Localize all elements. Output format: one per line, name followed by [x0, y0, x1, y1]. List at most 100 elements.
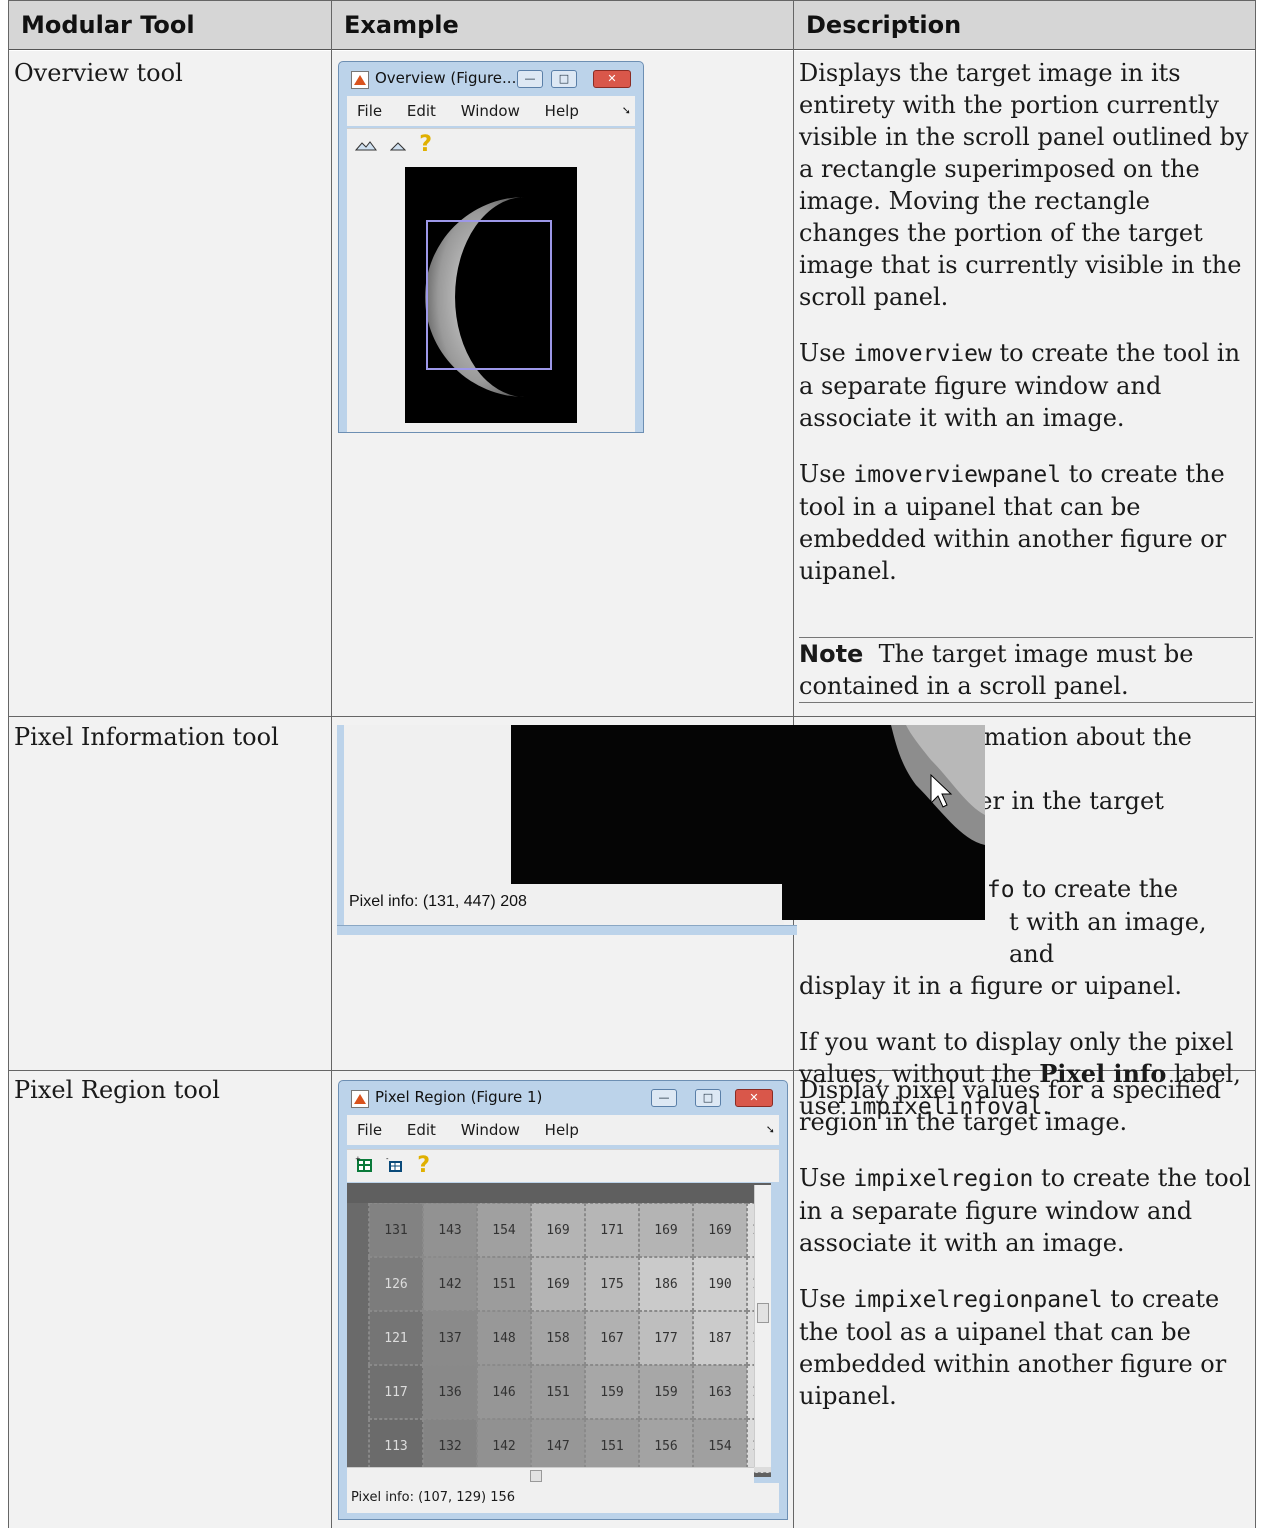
- grid-cell: 154: [477, 1203, 531, 1257]
- overview-window: Overview (Figure... — □ ✕ File Edit Wind…: [338, 61, 644, 433]
- grid-cell: 169: [639, 1203, 693, 1257]
- dock-arrow-icon[interactable]: ➘: [766, 1115, 775, 1145]
- pixel-region-menubar: File Edit Window Help ➘: [347, 1115, 779, 1145]
- grid-cell-partial: [347, 1311, 369, 1365]
- desc-overview-p3: Use imoverviewpanel to create the tool i…: [799, 460, 1227, 585]
- svg-text:-: -: [386, 1156, 389, 1163]
- add-grid-icon[interactable]: +: [355, 1151, 373, 1183]
- grid-cell: 117: [369, 1365, 423, 1419]
- menu-file[interactable]: File: [357, 1121, 382, 1139]
- header-description: Description: [794, 0, 1255, 50]
- mountain-small-icon[interactable]: [389, 130, 407, 162]
- cell-overview-name: [9, 51, 331, 716]
- desc-pixel-region: Display pixel values for a specified reg…: [799, 1074, 1253, 1436]
- desc-pixel-region-p3: Use impixelregionpanel to create the too…: [799, 1285, 1227, 1410]
- matlab-icon: [351, 71, 369, 89]
- pixel-region-readout: Pixel info: (107, 129) 156: [347, 1483, 779, 1513]
- grid-cell-partial: [347, 1203, 369, 1257]
- grid-cell: 136: [423, 1365, 477, 1419]
- help-icon[interactable]: ?: [417, 1150, 430, 1182]
- grid-line: [1255, 0, 1256, 1528]
- pixel-grid: 1311431541691711691691126142151169175186…: [347, 1183, 771, 1477]
- minimize-button[interactable]: —: [517, 70, 543, 88]
- note-label: Note: [799, 640, 864, 668]
- maximize-button[interactable]: □: [695, 1089, 721, 1107]
- tools-table: Modular Tool Example Description Overvie…: [0, 0, 1262, 1528]
- maximize-button[interactable]: □: [551, 70, 577, 88]
- grid-cell: 148: [477, 1311, 531, 1365]
- desc-overview-p2: Use imoverview to create the tool in a s…: [799, 339, 1241, 432]
- dark-image-region: [511, 725, 985, 884]
- close-button[interactable]: ✕: [735, 1089, 773, 1107]
- grid-cell: 151: [477, 1257, 531, 1311]
- pixel-region-window: Pixel Region (Figure 1) — □ ✕ File Edit …: [338, 1080, 788, 1520]
- grid-cell-partial: [347, 1365, 369, 1419]
- menu-edit[interactable]: Edit: [407, 1121, 436, 1139]
- pixel-region-titlebar: Pixel Region (Figure 1) — □ ✕: [339, 1081, 787, 1113]
- moon-image: [405, 167, 577, 423]
- remove-grid-icon[interactable]: -: [386, 1151, 404, 1183]
- pixel-region-toolbar: + - ?: [347, 1149, 779, 1182]
- overview-toolbar: ?: [347, 128, 635, 161]
- menu-window[interactable]: Window: [461, 102, 520, 120]
- desc-pixel-info-line5: display it in a figure or uipanel.: [799, 972, 1182, 1000]
- menu-help[interactable]: Help: [545, 102, 579, 120]
- grid-cell-partial: [347, 1419, 369, 1473]
- dark-image-region-lower: [782, 884, 985, 920]
- grid-cell: 143: [423, 1203, 477, 1257]
- svg-text:+: +: [355, 1156, 361, 1163]
- horizontal-scroll-thumb[interactable]: [530, 1470, 542, 1482]
- grid-cell: 131: [369, 1203, 423, 1257]
- menu-file[interactable]: File: [357, 102, 382, 120]
- menu-edit[interactable]: Edit: [407, 102, 436, 120]
- help-icon[interactable]: ?: [419, 129, 432, 161]
- grid-cell: 154: [693, 1419, 747, 1473]
- grid-cell: 151: [585, 1419, 639, 1473]
- minimize-button[interactable]: —: [651, 1089, 677, 1107]
- grid-cell: 142: [423, 1257, 477, 1311]
- grid-cell: 169: [531, 1203, 585, 1257]
- grid-cell: 132: [423, 1419, 477, 1473]
- grid-line: [8, 0, 9, 1528]
- grid-cell: 156: [639, 1419, 693, 1473]
- header-modular-tool: Modular Tool: [9, 0, 331, 50]
- grid-cell: 121: [369, 1311, 423, 1365]
- pixel-info-readout: Pixel info: (131, 447) 208: [349, 893, 527, 910]
- grid-cell: 190: [693, 1257, 747, 1311]
- grid-cell: 151: [531, 1365, 585, 1419]
- code-impixelregion: impixelregion: [853, 1166, 1034, 1192]
- vertical-scrollbar[interactable]: [754, 1185, 771, 1467]
- grid-cell: 146: [477, 1365, 531, 1419]
- grid-cell: 159: [639, 1365, 693, 1419]
- window-frame-bottom: [337, 925, 797, 935]
- tool-name-pixel-info: Pixel Information tool: [14, 723, 279, 751]
- grid-cell: 158: [531, 1311, 585, 1365]
- header-example: Example: [332, 0, 793, 50]
- menu-window[interactable]: Window: [461, 1121, 520, 1139]
- dock-arrow-icon[interactable]: ➘: [622, 96, 631, 126]
- grid-line: [8, 716, 1256, 717]
- grid-line: [8, 0, 1256, 1]
- desc-pixel-region-p2: Use impixelregion to create the tool in …: [799, 1164, 1251, 1257]
- note-box: Note The target image must be contained …: [799, 637, 1253, 703]
- close-button[interactable]: ✕: [593, 70, 631, 88]
- grid-cell: 113: [369, 1419, 423, 1473]
- tool-name-pixel-region: Pixel Region tool: [14, 1076, 220, 1104]
- grid-cell: 177: [639, 1311, 693, 1365]
- cell-pixelregion-name: [9, 1071, 331, 1528]
- menu-help[interactable]: Help: [545, 1121, 579, 1139]
- vertical-scroll-thumb[interactable]: [757, 1303, 769, 1323]
- grid-cell: 137: [423, 1311, 477, 1365]
- code-imoverviewpanel: imoverviewpanel: [853, 462, 1062, 488]
- horizontal-scrollbar[interactable]: [347, 1467, 754, 1484]
- overview-canvas: [347, 160, 635, 432]
- grid-cell: 187: [693, 1311, 747, 1365]
- grid-cell: 171: [585, 1203, 639, 1257]
- pixel-region-title: Pixel Region (Figure 1): [375, 1088, 543, 1106]
- grid-cell-partial: [347, 1257, 369, 1311]
- grid-cell: 163: [693, 1365, 747, 1419]
- window-frame-left: [337, 725, 344, 934]
- grid-cell: 175: [585, 1257, 639, 1311]
- mountain-large-icon[interactable]: [354, 130, 377, 162]
- code-impixelregionpanel: impixelregionpanel: [853, 1287, 1103, 1313]
